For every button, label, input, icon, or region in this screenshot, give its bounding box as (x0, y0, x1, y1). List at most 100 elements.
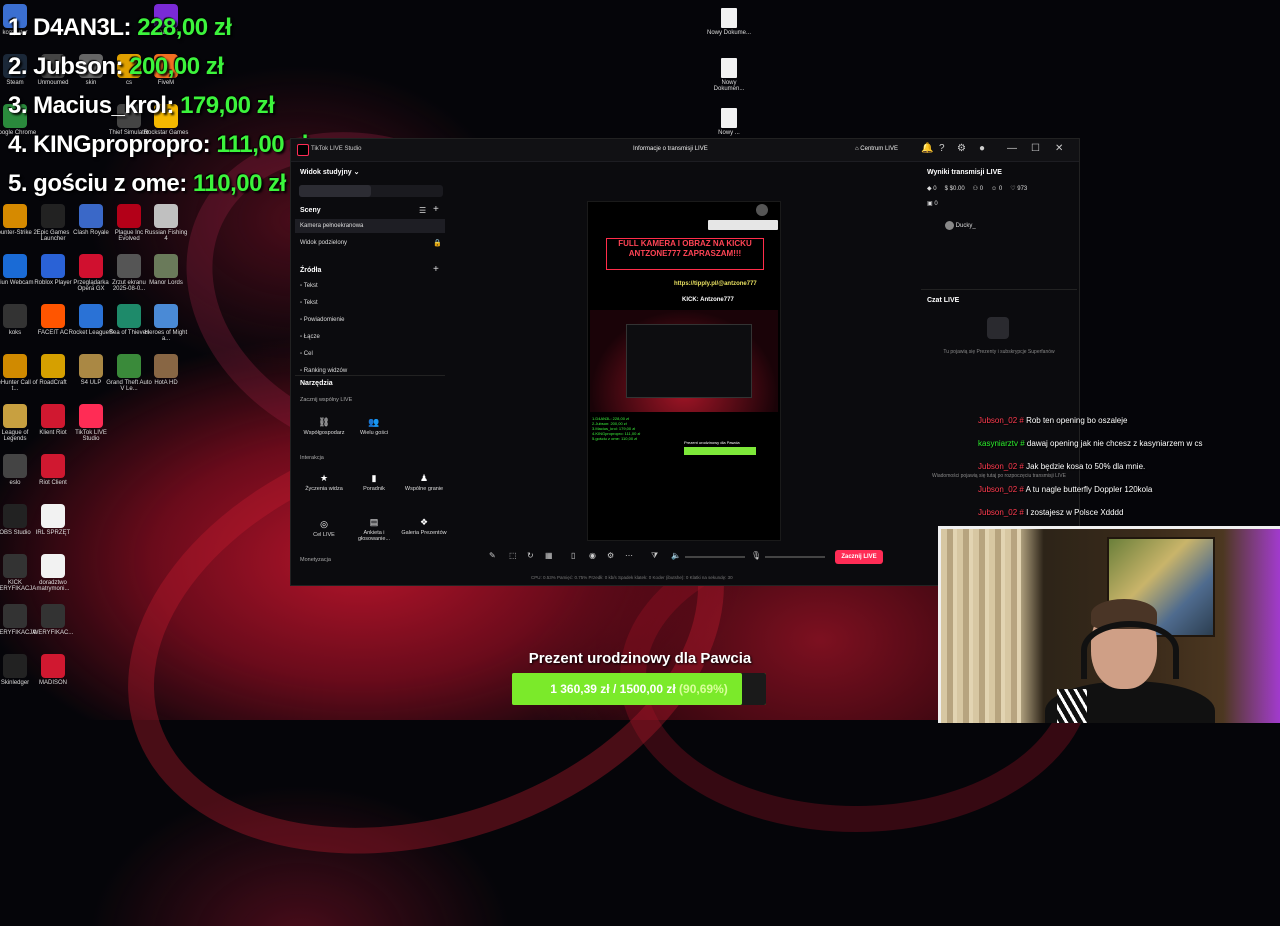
maximize-button[interactable]: ☐ (1031, 143, 1040, 154)
desktop-icon[interactable]: Heroes of Might a... (143, 304, 189, 342)
magic-icon[interactable]: ✎ (489, 551, 496, 560)
link-icon: ⛓ (318, 417, 330, 427)
desktop-icon[interactable]: Russian Fishing 4 (143, 204, 189, 242)
desktop-icon[interactable]: IRL SPRZĘT (30, 504, 76, 536)
tiktok-icon (79, 404, 103, 428)
riot-icon (41, 454, 65, 478)
chat-username: Jubson_02 # (978, 416, 1024, 425)
multi-guest-tool[interactable]: 👥 Wielu gości (349, 417, 399, 436)
preview-desktop (590, 310, 778, 412)
top-viewer[interactable]: Ducky_ (945, 221, 976, 230)
results-stat: ⚇ 0 (973, 186, 983, 192)
gift-gallery-tool[interactable]: ❖ Galeria Prezentów (399, 517, 449, 536)
live-goal-tool[interactable]: ◎ Cel LIVE (299, 519, 349, 538)
source-item[interactable]: ▫ Tekst (300, 300, 318, 306)
phone-icon[interactable]: ▯ (571, 551, 575, 560)
desktop-icon-label: doradztwo matrymoni... (36, 580, 70, 592)
headphones (1081, 621, 1179, 679)
kick-banner[interactable]: FULL KAMERA I OBRAZ NA KICKU ANTZONE777 … (606, 238, 764, 270)
scene-item-fullscreen-camera[interactable]: Kamera pełnoekranowa (300, 223, 363, 229)
desktop-icon[interactable]: WERYFIKAC... (30, 604, 76, 636)
sliders-icon[interactable]: ⧩ (651, 551, 658, 561)
minimize-button[interactable]: — (1007, 143, 1017, 154)
chat-text: Jak będzie kosa to 50% dla mnie. (1026, 462, 1146, 471)
guide-tool[interactable]: ▮ Poradnik (349, 473, 399, 492)
chat-overlay: Jubson_02 # Rob ten opening bo oszaleje … (978, 416, 1278, 531)
app-icon (79, 204, 103, 228)
preview-avatar (756, 204, 768, 216)
refresh-icon[interactable]: ↻ (527, 551, 534, 560)
help-icon[interactable]: ? (939, 143, 945, 154)
camera-settings-icon[interactable]: ⚙ (607, 551, 614, 560)
target-icon: ◎ (320, 519, 328, 529)
stream-info-title[interactable]: Informacje o transmisji LIVE (633, 146, 708, 152)
desktop-icon-label: TikTok LIVE Studio (75, 430, 107, 442)
source-item[interactable]: ▫ Powiadomienie (300, 317, 345, 323)
tip-link: https://tipply.pl/@antzone777 (674, 281, 757, 287)
record-icon[interactable]: ◉ (589, 551, 596, 560)
preview-goal-bar (684, 447, 756, 455)
studio-left-panel: Widok studyjny ⌄ Sceny ☰ + Kamera pełnoe… (295, 163, 447, 583)
results-extra-value: 0 (934, 201, 938, 207)
goal-progress-text: 1 360,39 zł / 1500,00 zł (90,69%) (550, 682, 728, 696)
leaderboard-name: 3. Macius_krol: (8, 92, 174, 119)
webcam-shirt-stripes (1057, 689, 1087, 723)
desktop-icon-label: Riot Client (39, 480, 67, 486)
gear-icon[interactable]: ⚙ (957, 143, 966, 154)
desktop-icon[interactable]: TikTok LIVE Studio (68, 404, 114, 442)
app-icon (3, 454, 27, 478)
app-icon (41, 354, 65, 378)
go-live-button[interactable]: Zacznij LIVE (835, 550, 883, 564)
opera-icon (79, 254, 103, 278)
bell-icon[interactable]: 🔔 (921, 143, 933, 154)
desktop-icon-label: HotA HD (154, 380, 178, 386)
top-viewer-name: Ducky_ (955, 223, 976, 230)
source-item[interactable]: ▫ Ranking widzów (300, 368, 347, 374)
results-stat: ◆ 0 (927, 186, 937, 192)
webcam-curtain (941, 529, 1021, 723)
mic-slider[interactable] (765, 556, 825, 558)
desktop-icon[interactable]: HotA HD (143, 354, 189, 386)
desktop-icon[interactable]: Riot Client (30, 454, 76, 486)
desktop-icon[interactable]: Manor Lords (143, 254, 189, 286)
poll-tool[interactable]: ▤ Ankieta i głosowanie... (349, 517, 399, 542)
desktop-file[interactable]: Nowy Dokumen... (706, 58, 752, 92)
desktop-file[interactable]: Nowy ... (706, 108, 752, 136)
avatar[interactable]: ● (979, 143, 985, 154)
source-item[interactable]: ▫ Tekst (300, 283, 318, 289)
source-item[interactable]: ▫ Cel (300, 351, 313, 357)
desktop-file[interactable]: Nowy Dokume... (706, 8, 752, 36)
microphone-icon[interactable]: 🎙 (751, 551, 761, 560)
layout-toggle[interactable] (299, 185, 443, 197)
close-button[interactable]: ✕ (1055, 143, 1063, 154)
chat-text: A tu nagle butterfly Doppler 120kola (1025, 485, 1153, 494)
studio-titlebar: TikTok LIVE Studio Informacje o transmis… (291, 139, 1079, 162)
source-item[interactable]: ▫ Łącze (300, 334, 320, 340)
add-scene-icon[interactable]: + (433, 204, 439, 215)
desktop-icon[interactable]: MADISON (30, 654, 76, 686)
app-icon (117, 304, 141, 328)
crop-icon[interactable]: ⬚ (509, 551, 517, 560)
play-together-tool[interactable]: ♟ Wspólne granie (399, 473, 449, 492)
volume-slider[interactable] (685, 556, 745, 558)
view-selector[interactable]: Widok studyjny ⌄ (300, 168, 359, 176)
desktop-icon[interactable]: doradztwo matrymoni... (30, 554, 76, 592)
layout-icon[interactable]: ▦ (545, 551, 553, 560)
leaderboard-amount: 179,00 zł (180, 92, 275, 119)
desktop-icon-label: Heroes of Might a... (144, 330, 188, 342)
cohost-tool[interactable]: ⛓ Współgospodarz (299, 417, 349, 436)
more-icon[interactable]: ⋯ (625, 551, 633, 560)
tool-label: Poradnik (363, 486, 385, 492)
portrait-layout-option[interactable] (299, 185, 371, 197)
viewer-wishes-tool[interactable]: ★ Życzenia widza (299, 473, 349, 492)
centrum-live-button[interactable]: ⌂ Centrum LIVE (855, 146, 898, 152)
goal-progress-bar: 1 360,39 zł / 1500,00 zł (90,69%) (512, 673, 766, 705)
add-source-icon[interactable]: + (433, 264, 439, 275)
app-icon (154, 254, 178, 278)
speaker-icon[interactable]: 🔈 (671, 551, 681, 560)
results-stat-value: $0.00 (949, 186, 965, 192)
scene-item-split-view[interactable]: Widok podzielony (300, 240, 347, 246)
list-icon[interactable]: ☰ (419, 206, 426, 215)
studio-window: TikTok LIVE Studio Informacje o transmis… (290, 138, 1080, 586)
goal-current: 1 360,39 zł (550, 682, 610, 696)
